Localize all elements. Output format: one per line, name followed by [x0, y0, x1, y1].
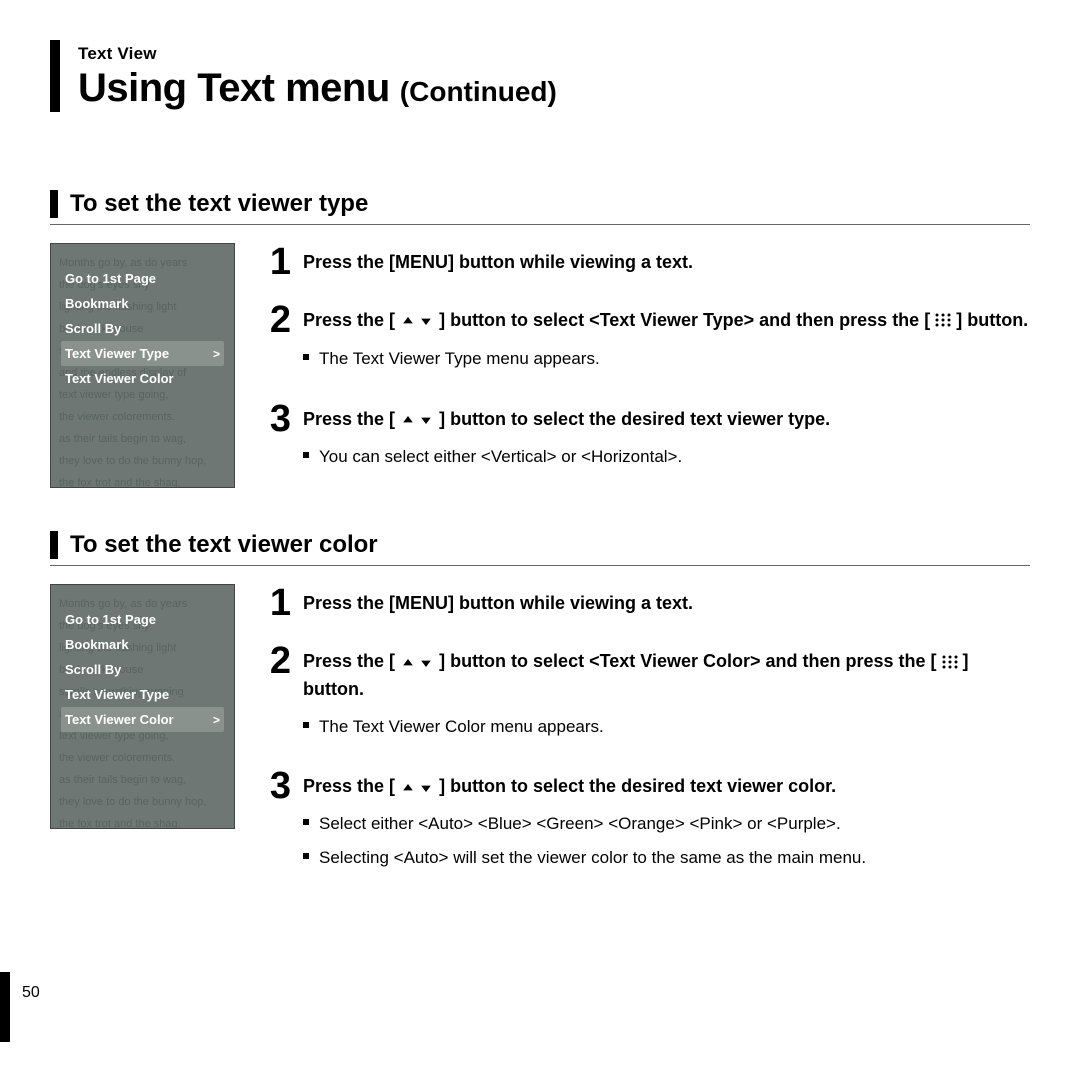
step-number: 1 — [263, 243, 291, 281]
step-number: 2 — [263, 642, 291, 680]
step-heading: Press the [ ] button to select <Text Vie… — [303, 648, 1030, 701]
step-heading: Press the [MENU] button while viewing a … — [303, 590, 1030, 616]
step-number: 1 — [263, 584, 291, 622]
step-3: 3 Press the [ ] button to select the des… — [263, 767, 1030, 878]
device-menu-item: Text Viewer Color> — [61, 707, 224, 732]
device-menu-item: Text Viewer Color — [61, 366, 224, 391]
step-subnote: Selecting <Auto> will set the viewer col… — [303, 845, 1030, 871]
device-menu-list: Go to 1st PageBookmarkScroll ByText View… — [61, 266, 224, 391]
section-title: To set the text viewer type — [70, 190, 368, 218]
section-eyebrow: Text View — [78, 44, 557, 64]
step-heading: Press the [ ] button to select the desir… — [303, 406, 1030, 432]
page-title: Using Text menu — [78, 66, 390, 111]
step-2: 2 Press the [ ] button to select <Text V… — [263, 301, 1030, 380]
device-menu-item: Go to 1st Page — [61, 607, 224, 632]
section-title: To set the text viewer color — [70, 531, 378, 559]
step-heading: Press the [MENU] button while viewing a … — [303, 249, 1030, 275]
section-accent-bar — [50, 190, 58, 218]
step-subnote: You can select either <Vertical> or <Hor… — [303, 444, 1030, 470]
section-divider — [50, 224, 1030, 225]
section-divider — [50, 565, 1030, 566]
grid-icon — [942, 650, 958, 676]
step-subnote: The Text Viewer Type menu appears. — [303, 346, 1030, 372]
device-menu-item: Bookmark — [61, 291, 224, 316]
up-down-icon — [400, 657, 434, 669]
header-accent-bar — [50, 40, 60, 112]
step-3: 3 Press the [ ] button to select the des… — [263, 400, 1030, 478]
device-menu-item: Bookmark — [61, 632, 224, 657]
step-number: 3 — [263, 400, 291, 438]
step-1: 1 Press the [MENU] button while viewing … — [263, 584, 1030, 622]
up-down-icon — [400, 315, 434, 327]
step-1: 1 Press the [MENU] button while viewing … — [263, 243, 1030, 281]
device-menu-item: Go to 1st Page — [61, 266, 224, 291]
up-down-icon — [400, 414, 434, 426]
page-number-block: 50 — [0, 972, 40, 1042]
section-viewer-type: To set the text viewer type Months go by… — [50, 190, 1030, 497]
step-number: 2 — [263, 301, 291, 339]
step-heading: Press the [ ] button to select the desir… — [303, 773, 1030, 799]
device-menu-list: Go to 1st PageBookmarkScroll ByText View… — [61, 607, 224, 732]
device-screenshot-type: Months go by, as do years the dog's eyes… — [50, 243, 235, 488]
step-number: 3 — [263, 767, 291, 805]
step-2: 2 Press the [ ] button to select <Text V… — [263, 642, 1030, 747]
page-header: Text View Using Text menu (Continued) — [50, 40, 1030, 112]
up-down-icon — [400, 782, 434, 794]
chevron-right-icon: > — [213, 347, 220, 361]
step-subnote: Select either <Auto> <Blue> <Green> <Ora… — [303, 811, 1030, 837]
page-title-continued: (Continued) — [400, 76, 557, 108]
page-number: 50 — [22, 984, 40, 1042]
page-number-accent-bar — [0, 972, 10, 1042]
section-accent-bar — [50, 531, 58, 559]
device-menu-item: Scroll By — [61, 316, 224, 341]
grid-icon — [935, 308, 951, 334]
step-subnote: The Text Viewer Color menu appears. — [303, 714, 1030, 740]
device-menu-item: Scroll By — [61, 657, 224, 682]
device-screenshot-color: Months go by, as do years the dog's eyes… — [50, 584, 235, 829]
step-heading: Press the [ ] button to select <Text Vie… — [303, 307, 1030, 334]
device-menu-item: Text Viewer Type — [61, 682, 224, 707]
section-viewer-color: To set the text viewer color Months go b… — [50, 531, 1030, 898]
device-menu-item: Text Viewer Type> — [61, 341, 224, 366]
chevron-right-icon: > — [213, 713, 220, 727]
